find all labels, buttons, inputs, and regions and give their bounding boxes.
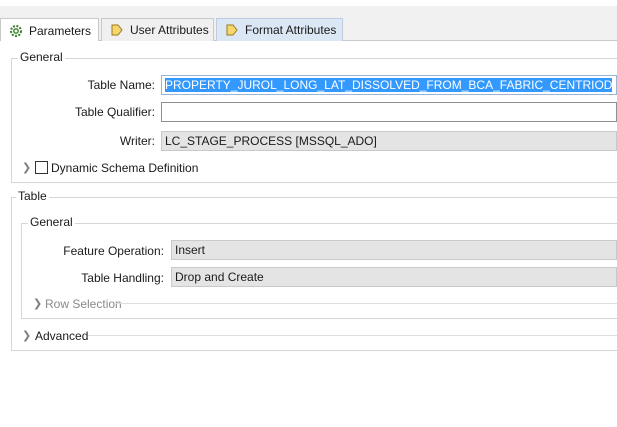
table-name-field[interactable]: PROPERTY_JUROL_LONG_LAT_DISSOLVED_FROM_B…	[161, 75, 617, 95]
divider	[88, 335, 617, 336]
table-group-title: Table	[16, 189, 49, 203]
tab-format-attributes[interactable]: Format Attributes	[216, 18, 343, 41]
table-name-label: Table Name:	[87, 78, 155, 92]
row-selection-label[interactable]: Row Selection	[45, 297, 122, 311]
chevron-right-icon[interactable]: ❯	[33, 297, 42, 310]
chevron-right-icon[interactable]: ❯	[22, 329, 31, 342]
advanced-label[interactable]: Advanced	[35, 329, 88, 343]
divider	[116, 303, 617, 304]
tab-bar: Parameters User Attributes Format Attrib…	[0, 6, 617, 42]
table-name-value: PROPERTY_JUROL_LONG_LAT_DISSOLVED_FROM_B…	[165, 78, 613, 92]
feature-operation-select[interactable]: Insert	[171, 240, 617, 260]
parameters-panel: General Table Name: PROPERTY_JUROL_LONG_…	[0, 41, 617, 427]
general-group-title: General	[18, 50, 65, 64]
tab-format-attributes-label: Format Attributes	[245, 23, 337, 37]
gear-icon	[9, 24, 23, 38]
table-handling-select[interactable]: Drop and Create	[171, 267, 617, 287]
table-handling-value: Drop and Create	[175, 270, 264, 284]
table-qualifier-field[interactable]	[161, 102, 617, 122]
tab-user-attributes-label: User Attributes	[130, 23, 209, 37]
feature-operation-label: Feature Operation:	[63, 244, 164, 258]
arrow-tag-icon	[225, 23, 239, 37]
writer-field: LC_STAGE_PROCESS [MSSQL_ADO]	[161, 131, 617, 151]
feature-operation-value: Insert	[175, 243, 206, 257]
table-qualifier-label: Table Qualifier:	[74, 105, 155, 119]
tab-parameters-label: Parameters	[29, 23, 92, 38]
arrow-tag-icon	[110, 23, 124, 37]
tab-user-attributes[interactable]: User Attributes	[101, 18, 214, 41]
chevron-right-icon[interactable]: ❯	[22, 161, 31, 174]
table-handling-label: Table Handling:	[81, 271, 164, 285]
tab-parameters[interactable]: Parameters	[0, 18, 99, 42]
dynamic-schema-checkbox[interactable]	[35, 161, 48, 174]
writer-value: LC_STAGE_PROCESS [MSSQL_ADO]	[165, 134, 377, 148]
writer-label: Writer:	[119, 134, 155, 148]
dynamic-schema-label: Dynamic Schema Definition	[51, 161, 199, 175]
table-general-title: General	[28, 215, 75, 229]
